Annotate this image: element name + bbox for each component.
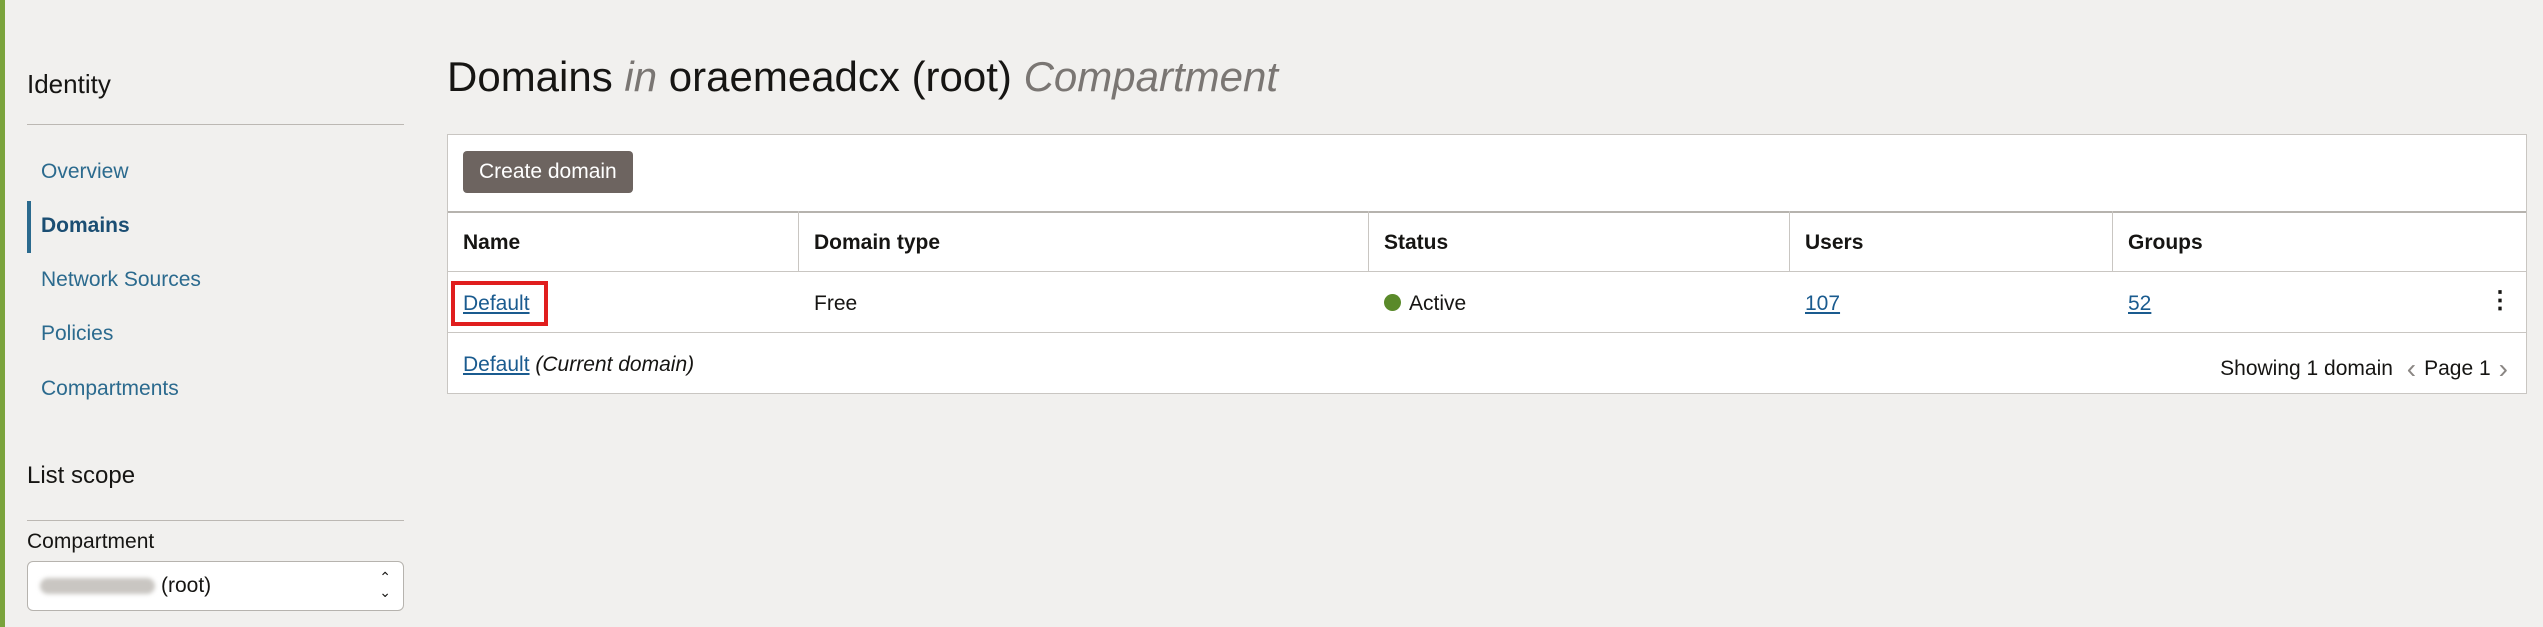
scope-divider: [27, 520, 404, 521]
status-active-icon: [1384, 294, 1401, 311]
sidebar-item-overview[interactable]: Overview: [41, 160, 129, 184]
accent-bar: [0, 0, 5, 627]
showing-count: Showing 1 domain: [2220, 357, 2393, 380]
sidebar-item-policies[interactable]: Policies: [41, 322, 113, 346]
column-header-groups[interactable]: Groups: [2128, 231, 2203, 255]
chevron-left-icon[interactable]: ‹: [2407, 353, 2416, 385]
current-domain-label: (Current domain): [535, 353, 695, 376]
sidebar-heading: Identity: [27, 69, 111, 99]
column-header-domain-type[interactable]: Domain type: [814, 231, 940, 255]
column-divider: [1789, 211, 1790, 271]
updown-chevron-icon: ⌃ ⌄: [379, 569, 391, 600]
sidebar-item-compartments[interactable]: Compartments: [41, 377, 179, 401]
page-title: Domains in oraemeadcx (root) Compartment: [447, 53, 1278, 101]
title-in: in: [624, 53, 658, 100]
status-cell: Active: [1384, 292, 1466, 316]
column-header-status[interactable]: Status: [1384, 231, 1448, 255]
table-header-bottom-border: [448, 271, 2526, 272]
groups-count-link[interactable]: 52: [2128, 292, 2151, 316]
redacted-compartment-name: [40, 578, 155, 594]
domains-table-panel: Create domain Name Domain type Status Us…: [447, 134, 2527, 394]
kebab-menu-icon[interactable]: ⋮: [2488, 289, 2512, 313]
column-header-users[interactable]: Users: [1805, 231, 1863, 255]
sidebar-item-network-sources[interactable]: Network Sources: [41, 268, 201, 292]
table-header-top-border: [448, 211, 2526, 213]
title-compartment-name: oraemeadcx (root): [668, 53, 1012, 100]
title-prefix: Domains: [447, 53, 613, 100]
users-count-link[interactable]: 107: [1805, 292, 1840, 316]
page-indicator: Page 1: [2424, 357, 2491, 380]
table-footer-border: [448, 332, 2526, 333]
current-domain-note: Default (Current domain): [463, 353, 694, 377]
current-domain-link[interactable]: Default: [463, 353, 530, 376]
sidebar-item-domains[interactable]: Domains: [41, 214, 130, 238]
compartment-label: Compartment: [27, 530, 155, 553]
title-suffix: Compartment: [1023, 53, 1279, 100]
column-divider: [1368, 211, 1369, 271]
compartment-value: (root): [161, 574, 212, 597]
column-divider: [798, 211, 799, 271]
active-nav-marker: [27, 201, 31, 253]
chevron-right-icon[interactable]: ›: [2499, 353, 2508, 385]
compartment-select[interactable]: (root) ⌃ ⌄: [27, 561, 404, 611]
column-header-name[interactable]: Name: [463, 231, 520, 255]
domain-type-cell: Free: [814, 292, 858, 315]
status-text: Active: [1409, 292, 1467, 315]
sidebar-divider: [27, 124, 404, 125]
column-divider: [2112, 211, 2113, 271]
pagination: Showing 1 domain ‹ Page 1 ›: [2220, 353, 2516, 385]
create-domain-button[interactable]: Create domain: [463, 151, 633, 193]
list-scope-heading: List scope: [27, 462, 136, 489]
domain-name-link[interactable]: Default: [463, 292, 530, 316]
